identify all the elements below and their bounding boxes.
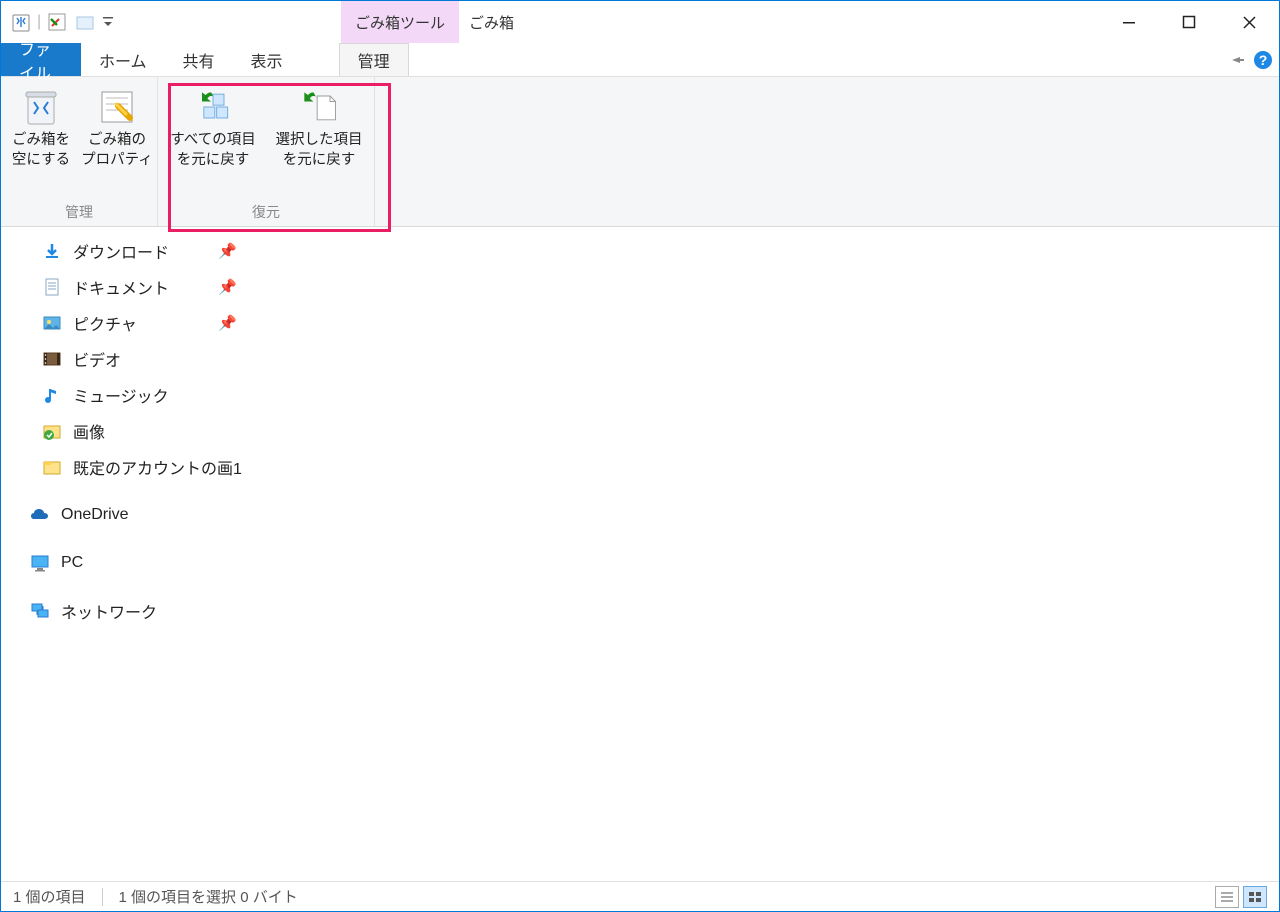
pc-icon: [29, 552, 51, 574]
restore-selected-button[interactable]: 選択した項目を元に戻す: [268, 83, 370, 200]
window-controls: [1099, 1, 1279, 43]
status-separator: [102, 888, 103, 906]
recycle-bin-properties-button[interactable]: ごみ箱のプロパティ: [81, 83, 153, 200]
properties-label-2: プロパティ: [81, 152, 153, 168]
group-label-manage: 管理: [65, 200, 93, 224]
qat-separator: |: [37, 13, 41, 31]
restore-all-label-2: を元に戻す: [177, 152, 250, 168]
status-selection: 1 個の項目を選択 0 バイト: [119, 886, 298, 907]
music-icon: [41, 384, 63, 406]
folder-sync-icon: [41, 420, 63, 442]
maximize-button[interactable]: [1159, 1, 1219, 43]
restore-selected-label-1: 選択した項目: [276, 132, 363, 148]
empty-bin-label-1: ごみ箱を: [12, 132, 70, 148]
empty-recycle-bin-button[interactable]: ごみ箱を空にする: [5, 83, 77, 200]
content-pane[interactable]: [251, 227, 1279, 881]
pin-icon[interactable]: 📌: [218, 314, 237, 332]
nav-label: ネットワーク: [61, 599, 157, 623]
ribbon-group-manage: ごみ箱を空にする ごみ箱のプロパティ 管理: [1, 77, 158, 226]
nav-label: ビデオ: [73, 347, 121, 371]
network-icon: [29, 600, 51, 622]
download-icon: [41, 240, 63, 262]
nav-label: OneDrive: [61, 506, 129, 524]
nav-label: ミュージック: [73, 383, 169, 407]
quick-access-toolbar: |: [1, 10, 115, 34]
close-button[interactable]: [1219, 1, 1279, 43]
new-folder-icon[interactable]: [73, 10, 97, 34]
nav-label: 既定のアカウントの画1: [73, 455, 242, 479]
main-area: ダウンロード 📌 ドキュメント 📌 ピクチャ 📌 ビデオ ミュージック 画像 既…: [1, 227, 1279, 881]
group-label-restore: 復元: [252, 200, 280, 224]
properties-icon[interactable]: [45, 10, 69, 34]
contextual-tab-label: ごみ箱ツール: [341, 1, 459, 43]
ribbon: ごみ箱を空にする ごみ箱のプロパティ 管理 すべての項目を元に戻す: [1, 77, 1279, 227]
nav-item-images[interactable]: 画像: [41, 413, 251, 449]
nav-label: ダウンロード: [73, 239, 169, 263]
ribbon-tabs: ファイル ホーム 共有 表示 管理 ?: [1, 43, 1279, 77]
qat-dropdown-icon[interactable]: [101, 15, 115, 29]
pin-icon[interactable]: 📌: [218, 278, 237, 296]
restore-selected-label-2: を元に戻す: [283, 152, 356, 168]
help-icon[interactable]: ?: [1253, 50, 1273, 70]
status-bar: 1 個の項目 1 個の項目を選択 0 バイト: [1, 881, 1279, 911]
pictures-icon: [41, 312, 63, 334]
window-title: ごみ箱: [469, 12, 514, 33]
minimize-button[interactable]: [1099, 1, 1159, 43]
title-bar: | ごみ箱ツール ごみ箱: [1, 1, 1279, 43]
restore-all-icon: [191, 85, 235, 129]
nav-item-music[interactable]: ミュージック: [41, 377, 251, 413]
nav-item-default-account-pics[interactable]: 既定のアカウントの画1: [41, 449, 251, 485]
nav-label: PC: [61, 554, 83, 572]
pin-icon[interactable]: 📌: [218, 242, 237, 260]
document-icon: [41, 276, 63, 298]
nav-item-videos[interactable]: ビデオ: [41, 341, 251, 377]
recycle-bin-icon: [9, 10, 33, 34]
nav-item-onedrive[interactable]: OneDrive: [29, 497, 251, 533]
tab-home[interactable]: ホーム: [81, 43, 165, 76]
restore-all-label-1: すべての項目: [170, 132, 255, 148]
status-item-count: 1 個の項目: [13, 886, 86, 907]
empty-bin-label-2: 空にする: [12, 152, 70, 168]
tab-share[interactable]: 共有: [165, 43, 233, 76]
onedrive-icon: [29, 504, 51, 526]
view-details-button[interactable]: [1215, 886, 1239, 908]
navigation-pane: ダウンロード 📌 ドキュメント 📌 ピクチャ 📌 ビデオ ミュージック 画像 既…: [1, 227, 251, 881]
nav-item-pc[interactable]: PC: [29, 545, 251, 581]
ribbon-group-restore: すべての項目を元に戻す 選択した項目を元に戻す 復元: [158, 77, 375, 226]
svg-text:?: ?: [1259, 52, 1268, 68]
nav-label: 画像: [73, 419, 105, 443]
nav-item-documents[interactable]: ドキュメント 📌: [41, 269, 251, 305]
pin-ribbon-icon[interactable]: [1229, 51, 1247, 69]
nav-label: ドキュメント: [73, 275, 169, 299]
nav-item-network[interactable]: ネットワーク: [29, 593, 251, 629]
tab-file[interactable]: ファイル: [1, 43, 81, 76]
tab-manage[interactable]: 管理: [339, 43, 409, 76]
folder-icon: [41, 456, 63, 478]
properties-large-icon: [95, 85, 139, 129]
tab-view[interactable]: 表示: [233, 43, 301, 76]
nav-item-pictures[interactable]: ピクチャ 📌: [41, 305, 251, 341]
view-large-icons-button[interactable]: [1243, 886, 1267, 908]
nav-label: ピクチャ: [73, 311, 137, 335]
restore-all-button[interactable]: すべての項目を元に戻す: [162, 83, 264, 200]
video-icon: [41, 348, 63, 370]
properties-label-1: ごみ箱の: [88, 132, 146, 148]
recycle-bin-large-icon: [19, 85, 63, 129]
nav-item-downloads[interactable]: ダウンロード 📌: [41, 233, 251, 269]
restore-selected-icon: [297, 85, 341, 129]
